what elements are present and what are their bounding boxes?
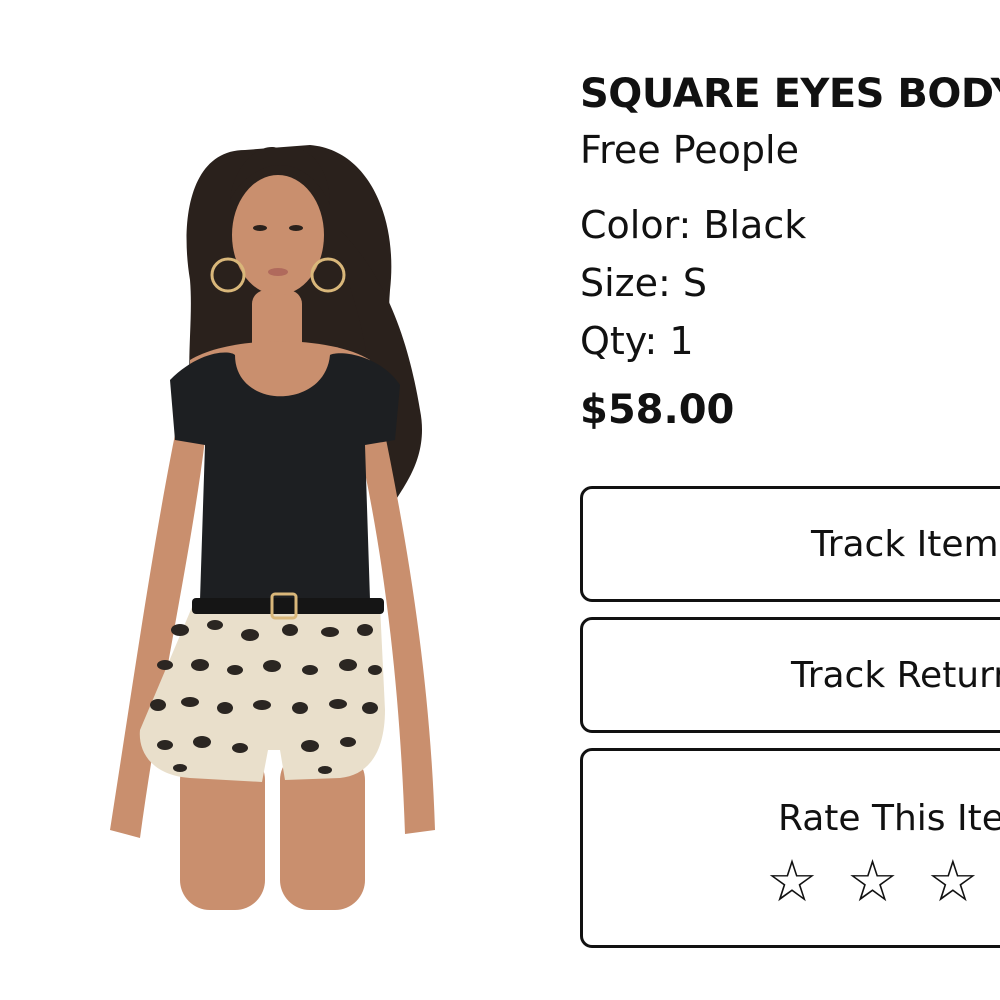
product-attributes: Color: Black Size: S Qty: 1 (580, 196, 1000, 370)
brand-name: Free People (580, 128, 799, 172)
star-icon[interactable]: ☆ (922, 849, 984, 913)
track-item-label: Track Item (811, 524, 999, 565)
price: $58.00 (580, 387, 735, 433)
quantity-attribute: Qty: 1 (580, 319, 694, 363)
color-attribute: Color: Black (580, 203, 807, 247)
star-icon[interactable]: ☆ (841, 849, 903, 913)
track-return-label: Track Return (791, 655, 1000, 696)
product-details: SQUARE EYES BODYSUIT Free People Color: … (580, 68, 1000, 438)
product-title: SQUARE EYES BODYSUIT (580, 71, 1000, 117)
star-rating: ☆ ☆ ☆ ☆ ☆ (761, 849, 1000, 913)
product-photo-illustration (110, 145, 435, 910)
order-item-screen: SQUARE EYES BODYSUIT Free People Color: … (0, 0, 1000, 1000)
face (232, 175, 324, 295)
track-return-button[interactable]: Track Return (580, 617, 1000, 733)
track-item-button[interactable]: Track Item (580, 486, 1000, 602)
product-image (40, 110, 540, 910)
rate-item-panel: Rate This Item ☆ ☆ ☆ ☆ ☆ (580, 748, 1000, 948)
size-attribute: Size: S (580, 261, 708, 305)
rate-item-label: Rate This Item (778, 798, 1000, 839)
belt (192, 598, 384, 614)
star-icon[interactable]: ☆ (761, 849, 823, 913)
